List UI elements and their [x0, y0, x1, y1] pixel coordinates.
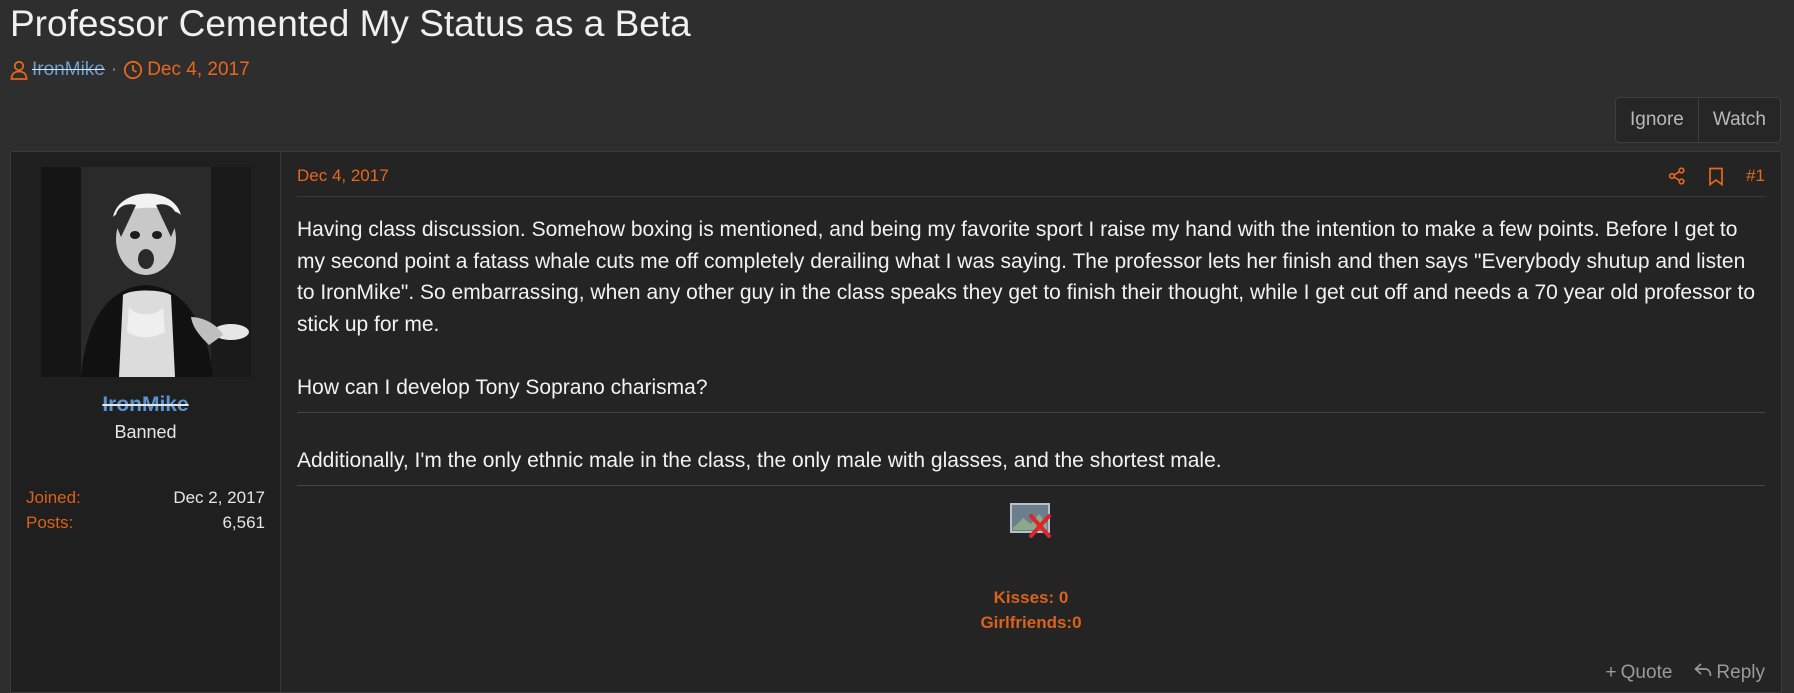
thread-actions: Ignore Watch: [1614, 97, 1781, 143]
page-title: Professor Cemented My Status as a Beta: [10, 3, 691, 44]
thread-author-link[interactable]: IronMike: [32, 58, 105, 82]
post-tools: #1: [1668, 166, 1765, 186]
reply-button[interactable]: Reply: [1694, 662, 1765, 684]
post-paragraph: Additionally, I'm the only ethnic male i…: [297, 448, 1222, 472]
stat-posts: Posts: 6,561: [26, 510, 265, 535]
watch-button[interactable]: Watch: [1697, 98, 1780, 142]
post-user-panel: IronMike Banned Joined: Dec 2, 2017 Post…: [11, 152, 281, 692]
post-paragraph: Having class discussion. Somehow boxing …: [297, 218, 1756, 336]
quote-label: Quote: [1620, 662, 1673, 683]
reply-icon: [1694, 662, 1712, 684]
plus-icon: +: [1605, 662, 1617, 683]
post-number-link[interactable]: #1: [1746, 166, 1765, 186]
bookmark-icon[interactable]: [1708, 167, 1724, 186]
user-title: Banned: [114, 422, 177, 442]
post-paragraph: How can I develop Tony Soprano charisma?: [297, 375, 708, 399]
signature-divider: [297, 485, 1765, 486]
quote-button[interactable]: + Quote: [1606, 662, 1673, 684]
signature: Kisses: 0 Girlfriends:0: [297, 502, 1765, 635]
signature-line: Girlfriends:0: [980, 613, 1082, 632]
ignore-button[interactable]: Ignore: [1616, 98, 1698, 142]
post: IronMike Banned Joined: Dec 2, 2017 Post…: [10, 151, 1782, 693]
meta-separator: ·: [110, 59, 118, 80]
thread-date-link[interactable]: Dec 4, 2017: [147, 58, 249, 82]
post-actions: + Quote Reply: [1606, 662, 1765, 684]
username[interactable]: IronMike: [11, 393, 280, 417]
signature-line: Kisses: 0: [993, 588, 1069, 607]
post-date-link[interactable]: Dec 4, 2017: [297, 166, 389, 186]
user-stats: Joined: Dec 2, 2017 Posts: 6,561: [26, 485, 265, 535]
stat-label: Posts:: [26, 513, 74, 532]
post-header: Dec 4, 2017 #1: [297, 166, 1765, 197]
reply-label: Reply: [1716, 662, 1765, 683]
stat-joined: Joined: Dec 2, 2017: [26, 485, 265, 510]
avatar[interactable]: [41, 167, 251, 377]
share-icon[interactable]: [1668, 167, 1686, 185]
stat-label: Joined:: [26, 488, 81, 507]
thread-meta: IronMike · Dec 4, 2017: [10, 58, 250, 82]
broken-image-icon: [1009, 502, 1053, 540]
stat-value: Dec 2, 2017: [173, 488, 265, 507]
user-icon: [10, 60, 28, 80]
post-body: Having class discussion. Somehow boxing …: [297, 214, 1765, 486]
stat-value: 6,561: [222, 513, 265, 532]
clock-icon: [123, 60, 143, 80]
